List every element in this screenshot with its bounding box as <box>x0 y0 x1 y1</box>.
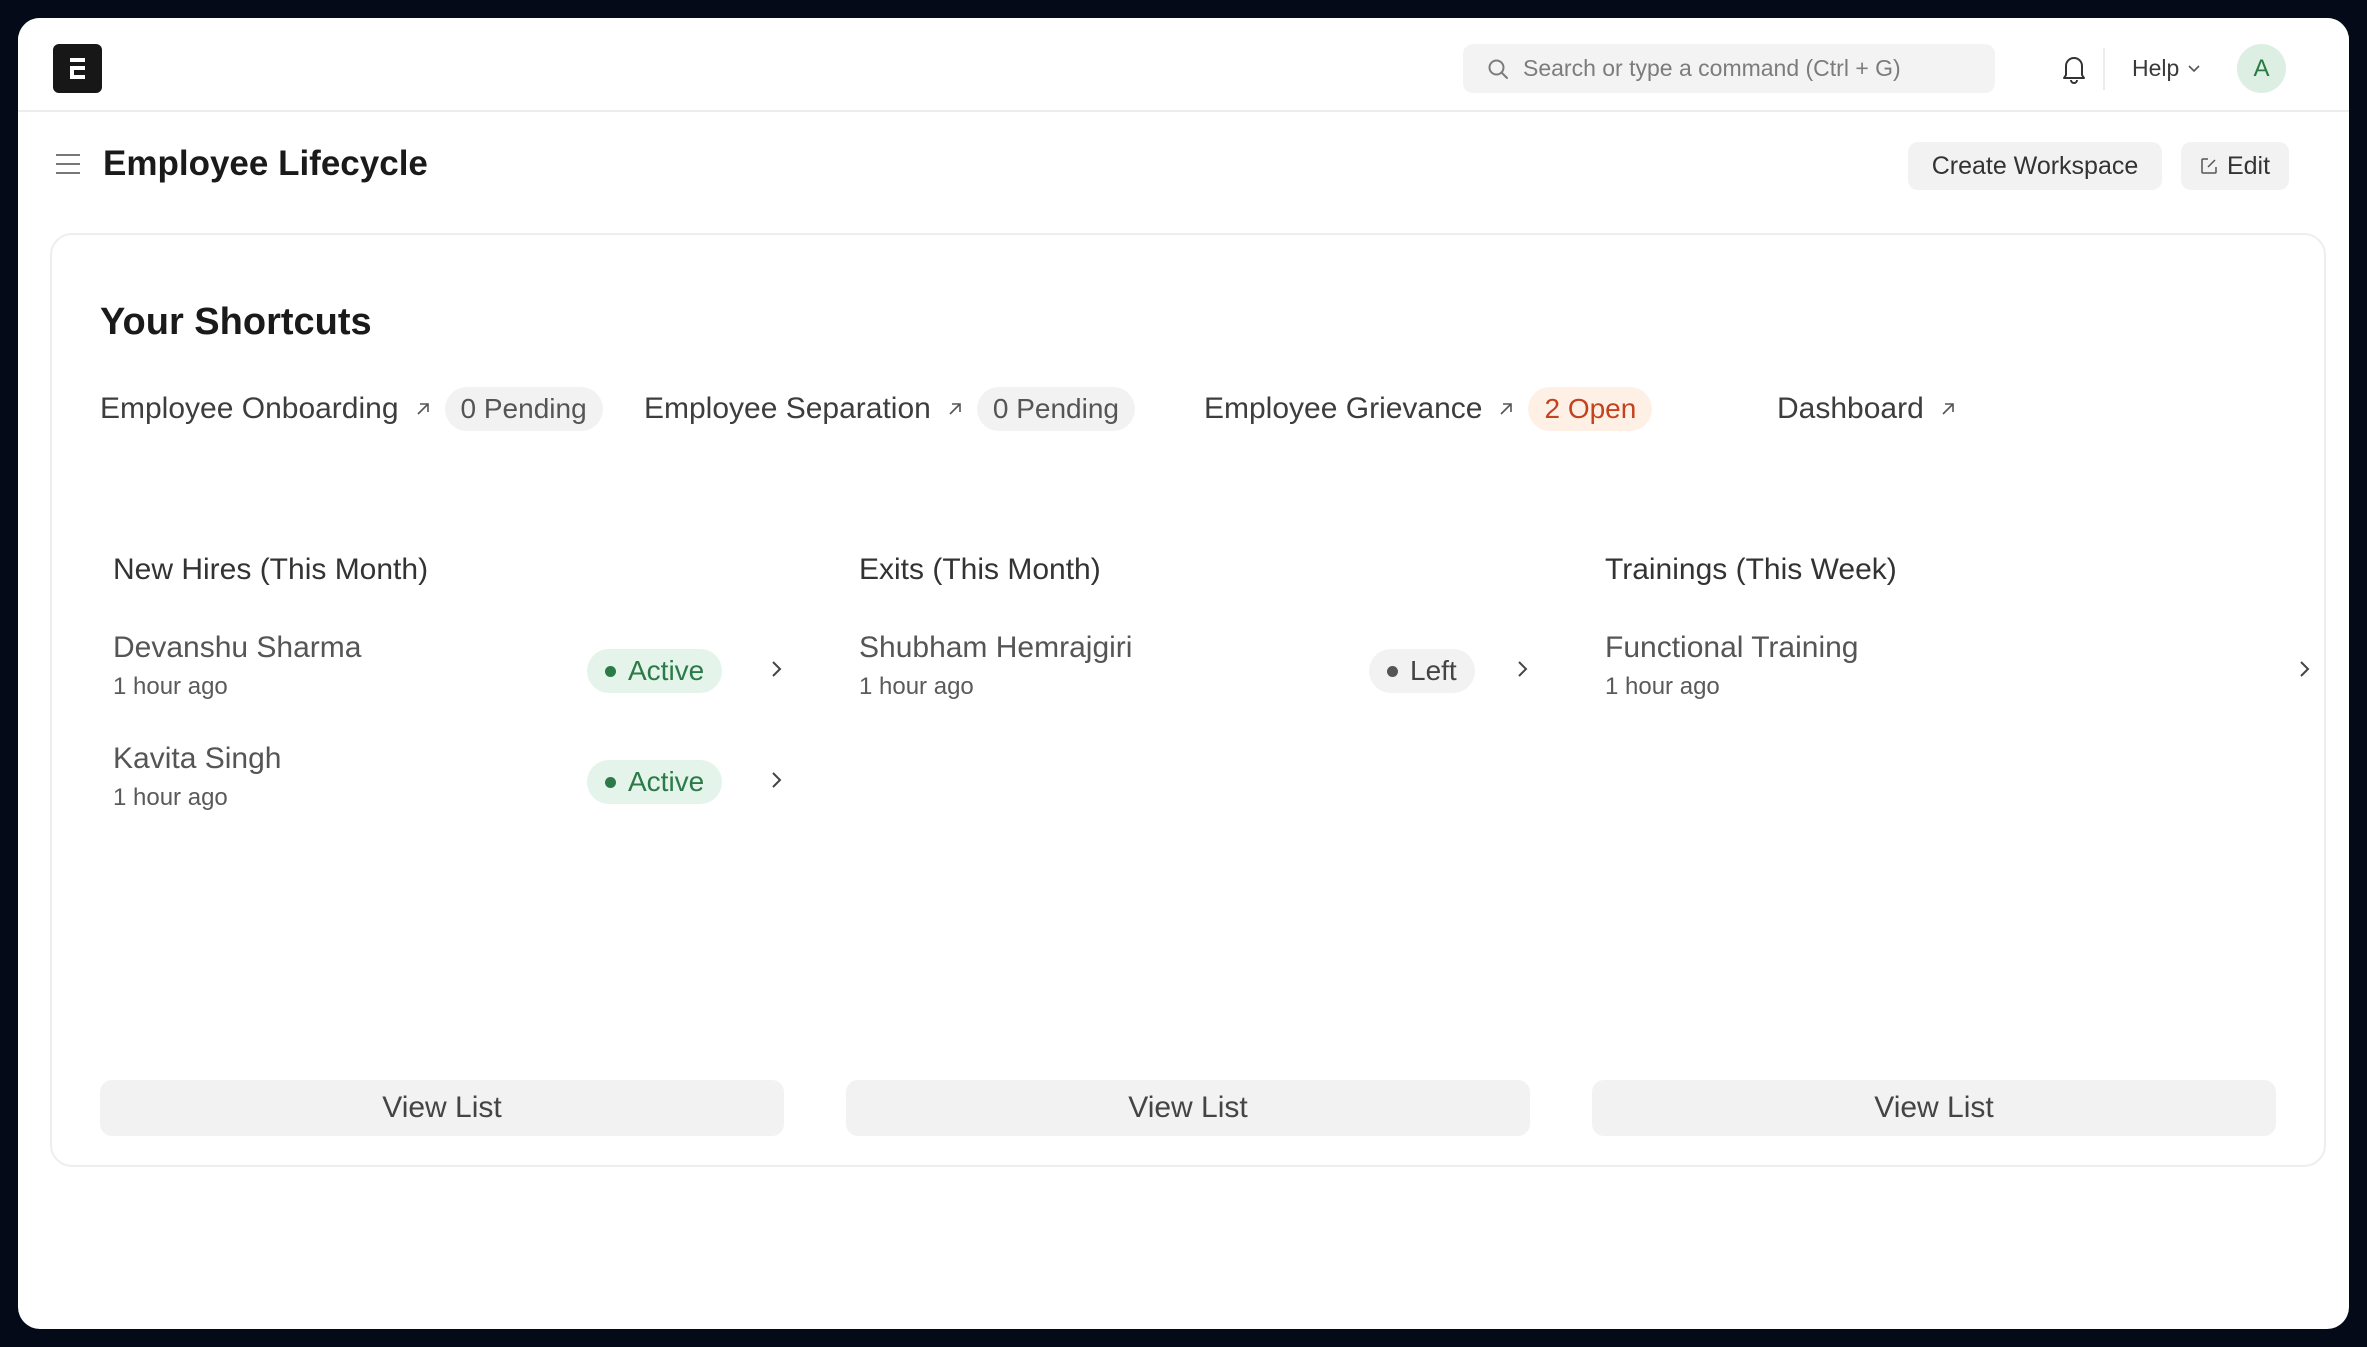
list-item[interactable]: Kavita Singh 1 hour ago Active <box>113 742 793 822</box>
navbar-divider <box>2103 48 2105 90</box>
status-label: Active <box>628 655 705 686</box>
sidebar-toggle[interactable] <box>55 152 81 181</box>
column-title: Trainings (This Week) <box>1605 553 1897 586</box>
page-title: Employee Lifecycle <box>103 144 428 183</box>
search-bar[interactable] <box>1463 44 1995 93</box>
shortcuts-heading: Your Shortcuts <box>100 301 372 343</box>
shortcut-label: Employee Separation <box>644 392 931 425</box>
trainings-column: Trainings (This Week) Functional Trainin… <box>1605 553 2310 700</box>
status-badge: Active <box>587 649 723 693</box>
item-timestamp: 1 hour ago <box>1605 673 1720 700</box>
search-icon <box>1488 59 1508 79</box>
hamburger-icon <box>56 154 80 174</box>
edit-button[interactable]: Edit <box>2181 142 2289 190</box>
chevron-right-icon <box>772 661 782 677</box>
employee-name: Shubham Hemrajgiri <box>859 631 1133 664</box>
status-dot-icon <box>605 776 616 788</box>
pending-count-badge: 0 Pending <box>444 387 603 431</box>
app-logo[interactable] <box>53 44 102 93</box>
item-timestamp: 1 hour ago <box>113 784 228 811</box>
new-hires-view-list-button[interactable]: View List <box>100 1080 784 1136</box>
create-workspace-button[interactable]: Create Workspace <box>1908 142 2162 190</box>
status-dot-icon <box>1387 665 1398 677</box>
chevron-right-icon <box>1518 661 1528 677</box>
help-label: Help <box>2132 54 2180 81</box>
avatar-initial: A <box>2253 54 2270 82</box>
help-dropdown[interactable]: Help <box>2132 51 2201 85</box>
shortcut-employee-onboarding[interactable]: Employee Onboarding 0 Pending <box>100 387 603 431</box>
status-badge: Left <box>1369 649 1475 693</box>
navbar: Help A <box>18 18 2349 112</box>
status-dot-icon <box>605 665 616 677</box>
notifications-button[interactable] <box>2061 54 2087 89</box>
chevron-right-icon <box>772 772 782 788</box>
open-count-badge: 2 Open <box>1528 387 1653 431</box>
trainings-view-list-button[interactable]: View List <box>1592 1080 2276 1136</box>
list-item[interactable]: Devanshu Sharma 1 hour ago Active <box>113 631 793 711</box>
pending-count-badge: 0 Pending <box>976 387 1135 431</box>
app-window: Help A Employee Lifecycle Create Workspa… <box>18 18 2349 1329</box>
list-item[interactable]: Functional Training 1 hour ago <box>1605 631 2310 711</box>
chevron-down-icon <box>2188 65 2200 73</box>
status-badge: Active <box>587 760 723 804</box>
new-hires-column: New Hires (This Month) Devanshu Sharma 1… <box>113 553 793 811</box>
logo-icon <box>70 58 85 79</box>
search-input[interactable] <box>1523 55 1963 82</box>
bell-icon <box>2063 57 2085 84</box>
employee-name: Devanshu Sharma <box>113 631 362 664</box>
chevron-right-icon <box>2300 661 2310 677</box>
shortcut-dashboard[interactable]: Dashboard <box>1777 387 1956 431</box>
column-title: Exits (This Month) <box>859 553 1101 586</box>
create-workspace-label: Create Workspace <box>1931 151 2139 180</box>
arrow-up-right-icon <box>949 403 961 415</box>
column-title: New Hires (This Month) <box>113 553 429 586</box>
employee-name: Kavita Singh <box>113 742 282 775</box>
training-name: Functional Training <box>1605 631 1859 664</box>
user-avatar[interactable]: A <box>2237 44 2286 93</box>
edit-label: Edit <box>2226 151 2271 180</box>
shortcut-label: Employee Onboarding <box>100 392 399 425</box>
exits-view-list-button[interactable]: View List <box>846 1080 1530 1136</box>
item-timestamp: 1 hour ago <box>113 673 228 700</box>
shortcut-employee-grievance[interactable]: Employee Grievance 2 Open <box>1204 387 1653 431</box>
edit-icon <box>2201 158 2217 174</box>
shortcut-label: Employee Grievance <box>1204 392 1483 425</box>
arrow-up-right-icon <box>1500 403 1513 415</box>
shortcut-employee-separation[interactable]: Employee Separation 0 Pending <box>644 387 1135 431</box>
status-label: Active <box>628 766 705 797</box>
arrow-up-right-icon <box>1942 403 1954 415</box>
exits-column: Exits (This Month) Shubham Hemrajgiri 1 … <box>859 553 1539 700</box>
shortcut-label: Dashboard <box>1777 392 1924 425</box>
workspace-card: Your Shortcuts Employee Onboarding 0 Pen… <box>50 233 2326 1167</box>
list-item[interactable]: Shubham Hemrajgiri 1 hour ago Left <box>859 631 1539 711</box>
arrow-up-right-icon <box>416 403 429 415</box>
item-timestamp: 1 hour ago <box>859 673 974 700</box>
status-label: Left <box>1410 655 1457 686</box>
